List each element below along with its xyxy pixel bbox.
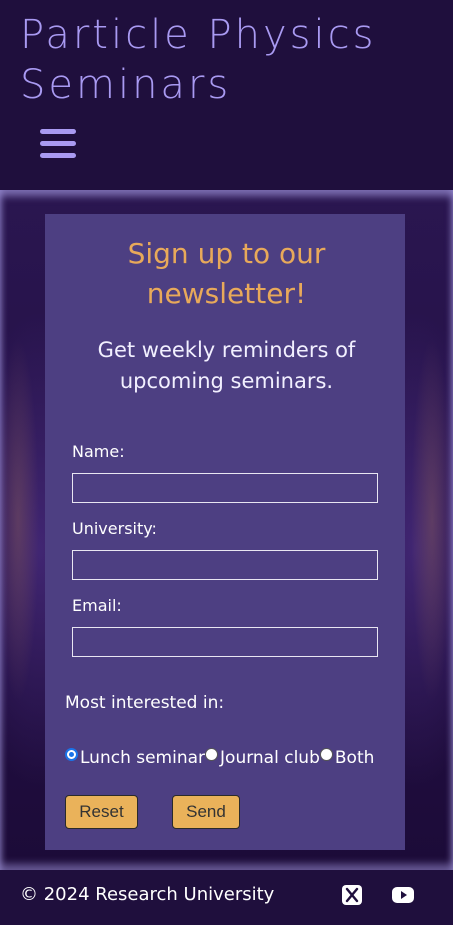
- site-header: Particle Physics Seminars: [0, 0, 453, 190]
- radio-lunch-seminar[interactable]: [65, 747, 78, 761]
- university-label: University:: [72, 519, 157, 538]
- site-title-line1: Particle Physics: [20, 12, 377, 58]
- reset-button[interactable]: Reset: [65, 795, 138, 829]
- menu-bar: [40, 129, 76, 134]
- radio-both[interactable]: [319, 747, 333, 761]
- interest-radio-group: Lunch seminar Journal club Both: [65, 746, 374, 770]
- newsletter-subtitle: Get weekly reminders of upcoming seminar…: [0, 335, 453, 397]
- copyright-text: © 2024 Research University: [20, 884, 275, 905]
- site-title-line2: Seminars: [20, 62, 232, 108]
- radio-journal-club[interactable]: [205, 747, 219, 761]
- newsletter-title-line1: Sign up to our: [127, 237, 326, 270]
- radio-label-both[interactable]: Both: [335, 748, 375, 768]
- newsletter-subtitle-line1: Get weekly reminders of: [97, 338, 356, 362]
- name-label: Name:: [72, 442, 125, 461]
- x-twitter-icon[interactable]: [341, 885, 363, 905]
- hamburger-menu-icon[interactable]: [40, 127, 76, 161]
- send-button[interactable]: Send: [172, 795, 240, 829]
- name-field[interactable]: [72, 473, 378, 503]
- newsletter-title: Sign up to our newsletter!: [0, 234, 453, 314]
- newsletter-title-line2: newsletter!: [146, 277, 307, 310]
- youtube-icon[interactable]: [391, 885, 415, 905]
- radio-label-journal-club[interactable]: Journal club: [220, 748, 320, 768]
- menu-bar: [40, 153, 76, 158]
- email-label: Email:: [72, 596, 122, 615]
- email-field[interactable]: [72, 627, 378, 657]
- radio-label-lunch-seminar[interactable]: Lunch seminar: [80, 748, 205, 768]
- interest-label: Most interested in:: [65, 693, 225, 713]
- site-title: Particle Physics Seminars: [20, 10, 376, 110]
- newsletter-subtitle-line2: upcoming seminars.: [119, 369, 334, 393]
- university-field[interactable]: [72, 550, 378, 580]
- menu-bar: [40, 141, 76, 146]
